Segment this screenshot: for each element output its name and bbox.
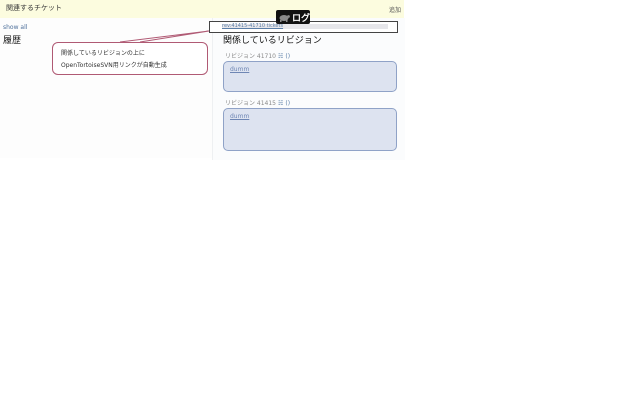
related-revisions-title: 関係しているリビジョン [223, 36, 322, 46]
log-badge-label: ログ [292, 13, 311, 24]
revision-label-2: リビジョン 41415 ☵() [225, 98, 290, 107]
diff-icon[interactable]: ☵ [278, 100, 283, 107]
revision-box-1: dumm [223, 61, 397, 92]
log-link-text[interactable]: rev:41415-41710 tickets [222, 23, 283, 29]
revision-author-2[interactable]: dumm [230, 113, 249, 120]
revision-paren-1: () [285, 53, 291, 60]
revision-label-1: リビジョン 41710 ☵() [225, 51, 290, 60]
revision-number-2[interactable]: リビジョン 41415 [225, 100, 276, 107]
history-title: 履歴 [3, 36, 22, 46]
left-content-area [0, 18, 212, 158]
revision-paren-2: () [285, 100, 291, 107]
add-link[interactable]: 追加 [389, 5, 401, 14]
related-tickets-header: 関連するチケット 追加 [0, 0, 404, 19]
tortoise-icon [279, 15, 290, 22]
callout-line-2: OpenTortoiseSVN用リンクが自動生成 [61, 62, 167, 69]
revision-box-2: dumm [223, 108, 397, 151]
diff-icon[interactable]: ☵ [278, 53, 283, 60]
annotation-callout: 関係しているリビジョンの上に OpenTortoiseSVN用リンクが自動生成 [52, 42, 208, 75]
log-badge[interactable]: ログ [276, 10, 310, 24]
callout-line-1: 関係しているリビジョンの上に [61, 50, 145, 57]
revision-number-1[interactable]: リビジョン 41710 [225, 53, 276, 60]
related-tickets-title: 関連するチケット [6, 4, 62, 12]
show-all-link[interactable]: show all [3, 24, 27, 31]
revision-author-1[interactable]: dumm [230, 66, 249, 73]
